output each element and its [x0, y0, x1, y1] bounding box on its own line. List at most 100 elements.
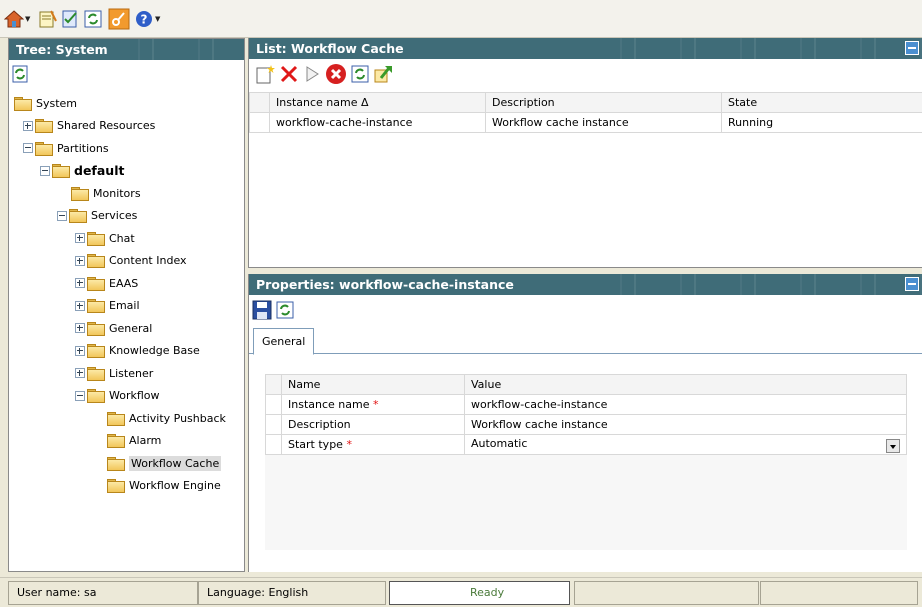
- checklist-button[interactable]: [60, 8, 80, 30]
- tree-item-label: Monitors: [93, 186, 141, 200]
- svg-text:?: ?: [141, 13, 148, 27]
- tree-item-activity-pushback[interactable]: Activity Pushback: [107, 408, 226, 428]
- folder-icon: [69, 209, 87, 223]
- table-row[interactable]: workflow-cache-instance Workflow cache i…: [249, 112, 922, 133]
- properties-area: Name Value Instance name * workflow-cach…: [265, 374, 907, 550]
- expand-icon[interactable]: [75, 233, 85, 243]
- tree-item-chat[interactable]: Chat: [75, 228, 135, 248]
- description-field[interactable]: Workflow cache instance: [464, 414, 907, 435]
- tab-general[interactable]: General: [253, 328, 315, 355]
- folder-icon: [87, 389, 105, 403]
- folder-icon: [87, 276, 105, 291]
- collapse-icon[interactable]: [23, 143, 33, 153]
- notes-button[interactable]: [37, 8, 57, 30]
- tree-item-monitors[interactable]: Monitors: [71, 183, 141, 203]
- folder-icon: [35, 141, 53, 156]
- main-toolbar: ▼ ? ▼: [0, 0, 922, 38]
- property-row-instance-name: Instance name * workflow-cache-instance: [265, 394, 907, 415]
- dropdown-arrow-icon[interactable]: [886, 438, 900, 453]
- tree-item-content-index[interactable]: Content Index: [75, 251, 187, 271]
- column-header-value: Value: [464, 374, 907, 395]
- save-icon[interactable]: [252, 300, 272, 323]
- tree-item-workflow-engine[interactable]: Workflow Engine: [107, 476, 221, 496]
- property-name: Start type: [288, 438, 343, 451]
- folder-icon: [87, 344, 105, 358]
- collapse-properties-button[interactable]: [905, 277, 919, 291]
- delete-icon[interactable]: [279, 64, 299, 87]
- tree-item-label: Workflow Engine: [129, 479, 221, 492]
- table-header-row: Name Value: [265, 374, 907, 395]
- property-name: Description: [288, 418, 351, 431]
- expand-icon[interactable]: [75, 368, 85, 378]
- refresh-icon: [83, 9, 103, 29]
- list-panel-title: List: Workflow Cache: [249, 38, 922, 59]
- refresh-icon[interactable]: [351, 64, 369, 87]
- tree-item-label: Email: [109, 299, 140, 312]
- collapse-icon[interactable]: [75, 390, 85, 401]
- expand-icon[interactable]: [23, 120, 33, 131]
- folder-icon: [107, 456, 125, 471]
- tree-panel: Tree: System System Shared Resources Parti…: [8, 38, 245, 572]
- start-type-select[interactable]: Automatic: [464, 434, 907, 455]
- tree-refresh-button[interactable]: [12, 65, 28, 86]
- tree-item-eaas[interactable]: EAAS: [75, 273, 138, 293]
- status-user: User name: sa: [8, 581, 198, 605]
- folder-icon: [71, 186, 89, 201]
- export-icon[interactable]: [373, 64, 393, 87]
- tree-item-knowledge-base[interactable]: Knowledge Base: [75, 341, 200, 361]
- tree-item-alarm[interactable]: Alarm: [107, 431, 161, 451]
- expand-icon[interactable]: [75, 345, 85, 356]
- tree-item-email[interactable]: Email: [75, 296, 140, 316]
- tree-item-listener[interactable]: Listener: [75, 363, 153, 383]
- new-item-icon[interactable]: [255, 64, 275, 87]
- column-header-description[interactable]: Description: [485, 92, 722, 113]
- tree-item-shared-resources[interactable]: Shared Resources: [23, 116, 155, 136]
- column-header-instance-name[interactable]: Instance name Δ: [269, 92, 486, 113]
- column-header-state[interactable]: State: [721, 92, 922, 113]
- required-marker: *: [372, 398, 379, 411]
- chevron-down-icon: ▼: [155, 15, 161, 23]
- tree-item-label: Activity Pushback: [129, 411, 226, 425]
- tree-item-label: Services: [91, 209, 138, 222]
- tree-item-label: General: [109, 321, 153, 335]
- properties-table: Name Value Instance name * workflow-cach…: [265, 374, 907, 455]
- tree-item-workflow-cache[interactable]: Workflow Cache: [107, 453, 222, 473]
- required-marker: *: [346, 438, 352, 451]
- key-button[interactable]: [108, 8, 130, 30]
- key-icon: [108, 8, 130, 30]
- tree-item-label: Partitions: [57, 141, 109, 155]
- expand-icon[interactable]: [75, 255, 85, 266]
- collapse-icon[interactable]: [57, 210, 67, 221]
- tree-item-label: Shared Resources: [57, 119, 156, 132]
- refresh-button[interactable]: [83, 8, 103, 30]
- tree-item-system[interactable]: System: [14, 93, 77, 113]
- folder-icon: [87, 321, 105, 336]
- folder-icon: [107, 434, 125, 448]
- help-button[interactable]: ? ▼: [134, 8, 160, 30]
- tree-item-general[interactable]: General: [75, 318, 152, 338]
- column-header-name: Name: [281, 374, 465, 395]
- tree-item-partitions[interactable]: Partitions: [23, 138, 109, 158]
- tree-item-label: Chat: [109, 231, 135, 245]
- collapse-list-button[interactable]: [905, 41, 919, 55]
- properties-toolbar: [252, 300, 294, 323]
- tree-item-default[interactable]: default: [40, 161, 124, 181]
- properties-tabs: General: [249, 324, 922, 355]
- refresh-icon[interactable]: [276, 300, 294, 323]
- cell-state: Running: [721, 112, 922, 133]
- list-toolbar: [255, 63, 393, 88]
- start-icon[interactable]: [303, 64, 321, 87]
- instance-table: Instance name Δ Description State workfl…: [249, 92, 922, 133]
- tree-item-label: Workflow Cache: [129, 455, 222, 471]
- instance-name-field[interactable]: workflow-cache-instance: [464, 394, 907, 415]
- collapse-icon[interactable]: [40, 165, 50, 176]
- tree-item-workflow[interactable]: Workflow: [75, 386, 160, 406]
- stop-icon[interactable]: [325, 63, 347, 88]
- tree-item-services[interactable]: Services: [57, 206, 137, 226]
- expand-icon[interactable]: [75, 278, 85, 288]
- tree-item-label: Listener: [109, 366, 154, 380]
- property-name: Instance name: [288, 398, 370, 411]
- home-button[interactable]: ▼: [4, 8, 30, 30]
- expand-icon[interactable]: [75, 323, 85, 333]
- expand-icon[interactable]: [75, 300, 85, 311]
